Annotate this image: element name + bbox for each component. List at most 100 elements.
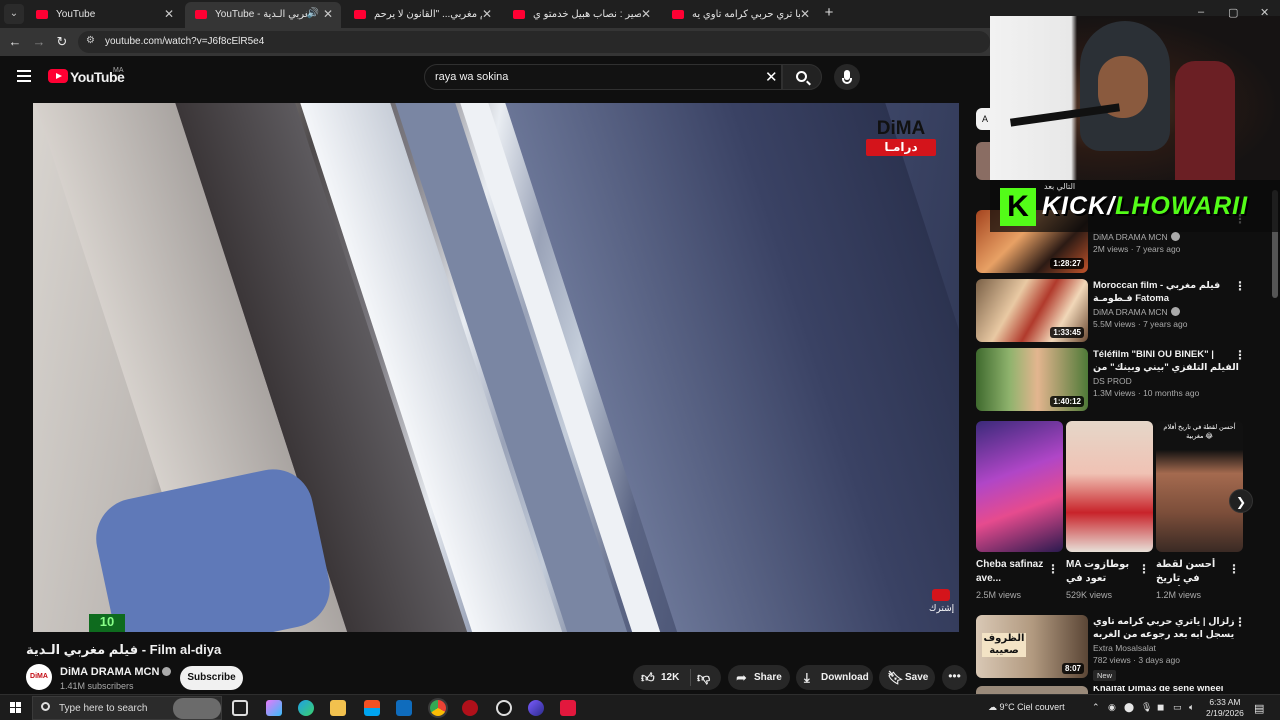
more-vert-icon[interactable]: ⋮: [1234, 279, 1246, 293]
tab-close-icon[interactable]: ✕: [323, 7, 333, 21]
microsoft-store-icon[interactable]: [364, 700, 380, 716]
thumbs-down-icon[interactable]: 👎︎: [697, 665, 710, 690]
video-thumbnail[interactable]: [976, 686, 1088, 694]
view-info: 5.5M views · 7 years ago: [1093, 319, 1188, 329]
notifications-icon[interactable]: ▤: [1254, 702, 1264, 715]
youtube-logo-icon[interactable]: [48, 69, 68, 83]
search-button[interactable]: [782, 64, 822, 90]
taskbar-search-box[interactable]: Type here to search: [32, 696, 222, 720]
video-title[interactable]: Moroccan film - فيلم مغربي فـطومـة Fatom…: [1093, 279, 1243, 305]
channel-avatar[interactable]: DiMA: [26, 664, 52, 690]
microphone-tray-icon[interactable]: 🎙︎: [1141, 702, 1152, 713]
search-icon: [41, 702, 50, 711]
tab-search-chevron-icon[interactable]: ⌄: [4, 4, 24, 24]
tab-close-icon[interactable]: ✕: [482, 7, 492, 21]
video-player[interactable]: DiMA درامـا إشترك 10: [33, 103, 959, 632]
tab-video-3[interactable]: فيلم قصير : نصاب هبيل خدمتو ي... ✕: [503, 2, 659, 28]
short-thumbnail-1[interactable]: [976, 421, 1063, 552]
edge-browser-icon[interactable]: [298, 700, 314, 716]
search-input[interactable]: raya wa sokina ✕: [424, 64, 782, 90]
weather-widget[interactable]: ☁ 9°C Ciel couvert: [988, 702, 1065, 713]
tray-app-icon[interactable]: ⬤: [1124, 702, 1134, 713]
save-label: Save: [905, 672, 929, 683]
video-title[interactable]: زلزال | ياتري حربي كرامه تاوي يسجل ابه ب…: [1093, 615, 1243, 641]
video-thumbnail[interactable]: 1:33:45: [976, 279, 1088, 342]
video-title[interactable]: Téléfilm "BINI OU BINEK" | الفيلم التلفز…: [1093, 348, 1243, 374]
short-thumbnail-2[interactable]: [1066, 421, 1153, 552]
duration-badge: 1:33:45: [1050, 327, 1084, 338]
audio-playing-icon[interactable]: 🔊: [307, 8, 319, 19]
thumbs-up-icon[interactable]: 👍︎: [641, 665, 655, 690]
short-thumbnail-3[interactable]: أحسن لقطة في تاريخ أفلام مغربية 😂: [1156, 421, 1243, 552]
shorts-next-arrow-icon[interactable]: ❯: [1229, 489, 1253, 513]
related-video-5[interactable]: Khalfat Dima3 de sene wheel: [976, 686, 1266, 694]
related-video-2[interactable]: 1:33:45 Moroccan film - فيلم مغربي فـطوم…: [976, 279, 1266, 344]
subscribe-button[interactable]: Subscribe: [180, 666, 243, 690]
kick-handle: KICK/LHOWARII: [1042, 192, 1248, 221]
tab-close-icon[interactable]: ✕: [641, 7, 651, 21]
obs-studio-icon[interactable]: [496, 700, 512, 716]
show-hidden-icons-icon[interactable]: ⌃: [1092, 702, 1100, 713]
subscribe-watermark[interactable]: إشترك: [929, 589, 954, 614]
back-arrow-icon[interactable]: ←: [6, 33, 24, 51]
file-explorer-icon[interactable]: [330, 700, 346, 716]
tab-youtube[interactable]: YouTube ✕: [26, 2, 182, 28]
menu-hamburger-icon[interactable]: [17, 70, 31, 82]
verified-badge-icon: [1170, 232, 1180, 241]
copilot-icon[interactable]: [266, 700, 282, 716]
app-red-icon[interactable]: [462, 700, 478, 716]
windows-start-icon[interactable]: [10, 702, 22, 714]
tab-close-icon[interactable]: ✕: [800, 7, 810, 21]
tray-app-icon[interactable]: ◉: [1108, 702, 1116, 713]
site-info-icon[interactable]: ⚙: [86, 35, 95, 46]
channel-number-badge: 10: [89, 614, 125, 632]
voice-search-button[interactable]: [834, 64, 860, 90]
gaming-chair: [1175, 61, 1235, 180]
clear-search-icon[interactable]: ✕: [765, 68, 778, 86]
video-title[interactable]: Khalfat Dima3 de sene wheel: [1093, 686, 1223, 694]
tab-close-icon[interactable]: ✕: [164, 7, 174, 21]
more-vert-icon[interactable]: ⋮: [1138, 562, 1150, 576]
more-vert-icon[interactable]: ⋮: [1228, 562, 1240, 576]
new-tab-button[interactable]: +: [820, 4, 838, 22]
channel-name[interactable]: DiMA DRAMA MCN: [60, 666, 172, 678]
short-title[interactable]: MA بوطازوت تعود في رمضان: [1066, 558, 1138, 586]
chrome-browser-icon[interactable]: [430, 700, 446, 716]
share-label: Share: [754, 672, 782, 683]
tab-title: زلزال ا يا تري حربي كرامه تاوي يه...: [692, 9, 800, 20]
network-icon[interactable]: ▭: [1173, 702, 1182, 713]
minimize-window-icon[interactable]: –: [1198, 6, 1204, 18]
tab-video-2[interactable]: فيلم مغربي... "القانون لا يرحم " ✕: [344, 2, 500, 28]
maximize-window-icon[interactable]: ▢: [1228, 6, 1238, 19]
taskbar-clock[interactable]: 6:33 AM 2/19/2026: [1206, 697, 1244, 719]
forward-arrow-icon[interactable]: →: [30, 33, 48, 51]
filter-chip-all[interactable]: A: [976, 108, 990, 130]
reload-icon[interactable]: ↻: [53, 33, 71, 51]
tray-app-icon[interactable]: ◼: [1157, 702, 1164, 713]
save-button[interactable]: 🔖︎ Save: [879, 665, 935, 690]
share-button[interactable]: ➦ Share: [728, 665, 790, 690]
related-video-3[interactable]: 1:40:12 Téléfilm "BINI OU BINEK" | الفيل…: [976, 348, 1266, 413]
tab-video-4[interactable]: زلزال ا يا تري حربي كرامه تاوي يه... ✕: [662, 2, 818, 28]
close-window-icon[interactable]: ✕: [1260, 6, 1269, 19]
volume-icon[interactable]: 🔈︎: [1189, 702, 1194, 713]
short-title[interactable]: Cheba safinaz ave...: [976, 558, 1056, 586]
short-title[interactable]: أحسن لقطة في تاريخ أفلام...: [1156, 558, 1228, 586]
video-thumbnail[interactable]: 1:40:12: [976, 348, 1088, 411]
pinned-app-icon[interactable]: [560, 700, 576, 716]
taskbar-search-placeholder: Type here to search: [59, 703, 148, 714]
more-vert-icon[interactable]: ⋮: [1234, 348, 1246, 362]
more-vert-icon[interactable]: ⋮: [1047, 562, 1059, 576]
tab-active-video[interactable]: YouTube - فيلم مغربي الـدية 🔊 ✕: [185, 2, 341, 28]
related-video-4[interactable]: الظروف صعيبة 8:07 زلزال | ياتري حربي كرا…: [976, 615, 1266, 681]
more-actions-button[interactable]: •••: [942, 665, 967, 690]
discord-icon[interactable]: [528, 700, 544, 716]
task-view-icon[interactable]: [232, 700, 248, 716]
like-count[interactable]: 12K: [661, 665, 679, 690]
tab-title: فيلم مغربي... "القانون لا يرحم ": [374, 9, 482, 20]
outlook-icon[interactable]: [396, 700, 412, 716]
video-thumbnail[interactable]: الظروف صعيبة 8:07: [976, 615, 1088, 678]
address-bar[interactable]: ⚙ youtube.com/watch?v=J6f8cElR5e4: [78, 31, 990, 53]
download-button[interactable]: ⤓ Download: [796, 665, 873, 690]
more-vert-icon[interactable]: ⋮: [1234, 615, 1246, 629]
